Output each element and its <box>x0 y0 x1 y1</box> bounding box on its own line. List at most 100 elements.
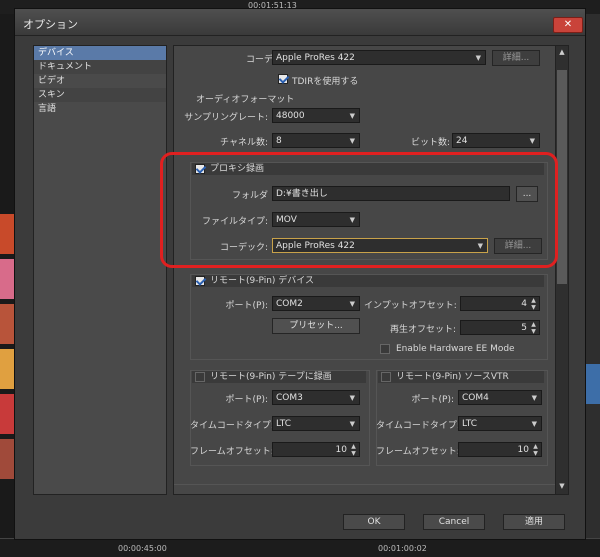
tdir-checkbox[interactable] <box>278 74 288 84</box>
tape-timecode-label: タイムコードタイプ: <box>190 421 274 431</box>
dialog-titlebar[interactable]: オプション ✕ <box>15 9 585 36</box>
input-offset-field[interactable]: 4 ▲ ▼ <box>460 296 540 311</box>
remote-port-label: ポート(P): <box>225 301 268 311</box>
top-codec-value: Apple ProRes 422 <box>276 53 355 63</box>
vtr-timecode-label: タイムコードタイプ: <box>376 421 460 431</box>
bit-depth-label: ビット数: <box>410 138 450 148</box>
ok-button[interactable]: OK <box>343 514 405 530</box>
thumbnail <box>0 304 14 344</box>
settings-panel: コーデック: Apple ProRes 422 ▼ 詳細... TDIRを使用する… <box>173 45 557 495</box>
channels-value: 8 <box>276 136 282 146</box>
chevron-down-icon: ▼ <box>349 112 355 120</box>
chevron-down-icon: ▼ <box>349 394 355 402</box>
source-vtr-group-header: リモート(9-Pin) ソースVTR <box>378 371 544 383</box>
category-item-language[interactable]: 言語 <box>34 102 166 116</box>
remote-device-group-header: リモート(9-Pin) デバイス <box>192 275 544 287</box>
audio-format-label: オーディオフォーマット <box>196 95 295 105</box>
tape-timecode-value: LTC <box>276 419 292 429</box>
bit-depth-dropdown[interactable]: 24 ▼ <box>452 133 540 148</box>
sampling-rate-value: 48000 <box>276 111 305 121</box>
tape-timecode-dropdown[interactable]: LTC ▼ <box>272 416 360 431</box>
chevron-down-icon: ▼ <box>531 394 537 402</box>
vtr-timecode-value: LTC <box>462 419 478 429</box>
tape-record-group-header: リモート(9-Pin) テープに録画 <box>192 371 366 383</box>
vtr-port-dropdown[interactable]: COM4 ▼ <box>458 390 542 405</box>
background-timeline-bottom: 00:00:45:00 00:01:00:02 <box>0 538 600 557</box>
tape-port-label: ポート(P): <box>225 395 268 405</box>
tdir-label: TDIRを使用する <box>292 77 359 87</box>
dialog-title: オプション <box>23 18 78 31</box>
input-offset-value: 4 <box>521 299 527 309</box>
category-item-document[interactable]: ドキュメント <box>34 60 166 74</box>
category-item-video[interactable]: ビデオ <box>34 74 166 88</box>
top-codec-dropdown[interactable]: Apple ProRes 422 ▼ <box>272 50 486 65</box>
ee-mode-checkbox[interactable] <box>380 344 390 354</box>
vtr-frame-offset-value: 10 <box>517 445 529 455</box>
divider <box>174 484 556 485</box>
top-codec-details-button[interactable]: 詳細... <box>492 50 540 66</box>
ee-mode-label: Enable Hardware EE Mode <box>396 344 515 354</box>
cancel-button[interactable]: Cancel <box>423 514 485 530</box>
play-offset-field[interactable]: 5 ▲ ▼ <box>460 320 540 335</box>
chevron-down-icon: ▼ <box>349 137 355 145</box>
category-list: デバイス ドキュメント ビデオ スキン 言語 <box>33 45 167 495</box>
settings-scrollbar[interactable]: ▲ ▼ <box>555 45 569 495</box>
sampling-rate-label: サンプリングレート: <box>184 113 268 123</box>
channels-dropdown[interactable]: 8 ▼ <box>272 133 360 148</box>
chevron-down-icon: ▼ <box>529 137 535 145</box>
background-thumbnail-strip <box>0 14 14 538</box>
highlight-annotation <box>160 152 558 268</box>
close-button[interactable]: ✕ <box>553 17 583 33</box>
source-vtr-checkbox[interactable] <box>381 372 391 382</box>
vtr-frame-offset-label: フレームオフセット: <box>376 447 460 457</box>
tape-record-checkbox[interactable] <box>195 372 205 382</box>
channels-label: チャネル数: <box>220 138 268 148</box>
spinner-icon[interactable]: ▲ ▼ <box>529 321 538 335</box>
thumbnail <box>0 214 14 254</box>
category-item-skin[interactable]: スキン <box>34 88 166 102</box>
chevron-down-icon: ▼ <box>531 420 537 428</box>
play-offset-value: 5 <box>521 323 527 333</box>
sampling-rate-dropdown[interactable]: 48000 ▼ <box>272 108 360 123</box>
background-right-panel <box>584 14 600 538</box>
vtr-port-value: COM4 <box>462 393 489 403</box>
scroll-up-icon[interactable]: ▲ <box>556 48 568 56</box>
source-vtr-header-label: リモート(9-Pin) ソースVTR <box>396 372 509 382</box>
timecode-bottom: 00:00:45:00 <box>118 544 167 553</box>
close-icon: ✕ <box>563 19 573 30</box>
thumbnail <box>0 259 14 299</box>
tape-record-header-label: リモート(9-Pin) テープに録画 <box>210 372 332 382</box>
bit-depth-value: 24 <box>456 136 468 146</box>
thumbnail <box>0 349 14 389</box>
thumbnail <box>0 394 14 434</box>
remote-device-header-label: リモート(9-Pin) デバイス <box>210 276 315 286</box>
spinner-icon[interactable]: ▲ ▼ <box>531 443 540 457</box>
chevron-down-icon: ▼ <box>349 420 355 428</box>
vtr-port-label: ポート(P): <box>411 395 454 405</box>
selected-track <box>584 364 600 404</box>
tape-frame-offset-value: 10 <box>335 445 347 455</box>
thumbnail <box>0 439 14 479</box>
vtr-timecode-dropdown[interactable]: LTC ▼ <box>458 416 542 431</box>
category-item-device[interactable]: デバイス <box>34 46 166 60</box>
spinner-icon[interactable]: ▲ ▼ <box>349 443 358 457</box>
remote-device-checkbox[interactable] <box>195 276 205 286</box>
timecode-bottom: 00:01:00:02 <box>378 544 427 553</box>
remote-port-value: COM2 <box>276 299 303 309</box>
scroll-down-icon[interactable]: ▼ <box>556 482 568 490</box>
preset-button[interactable]: プリセット... <box>272 318 360 334</box>
tape-port-dropdown[interactable]: COM3 ▼ <box>272 390 360 405</box>
remote-port-dropdown[interactable]: COM2 ▼ <box>272 296 360 311</box>
scrollbar-thumb[interactable] <box>557 70 567 284</box>
apply-button[interactable]: 適用 <box>503 514 565 530</box>
tape-port-value: COM3 <box>276 393 303 403</box>
input-offset-label: インプットオフセット: <box>364 301 457 311</box>
spinner-icon[interactable]: ▲ ▼ <box>529 297 538 311</box>
chevron-down-icon: ▼ <box>475 54 481 62</box>
tape-frame-offset-label: フレームオフセット: <box>190 447 274 457</box>
options-dialog: オプション ✕ デバイス ドキュメント ビデオ スキン 言語 コーデック: Ap… <box>14 8 586 540</box>
play-offset-label: 再生オフセット: <box>389 325 456 335</box>
vtr-frame-offset-field[interactable]: 10 ▲ ▼ <box>458 442 542 457</box>
chevron-down-icon: ▼ <box>349 300 355 308</box>
tape-frame-offset-field[interactable]: 10 ▲ ▼ <box>272 442 360 457</box>
